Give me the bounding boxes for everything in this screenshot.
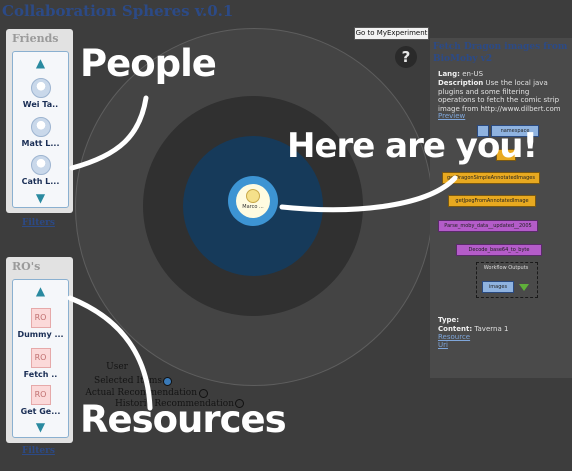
people-arrow <box>69 95 149 171</box>
resources-annotation: Resources <box>80 398 287 441</box>
you-arrow <box>279 175 458 213</box>
resources-arrow <box>67 295 153 411</box>
people-annotation: People <box>80 42 217 85</box>
you-annotation: Here are you! <box>287 126 538 166</box>
